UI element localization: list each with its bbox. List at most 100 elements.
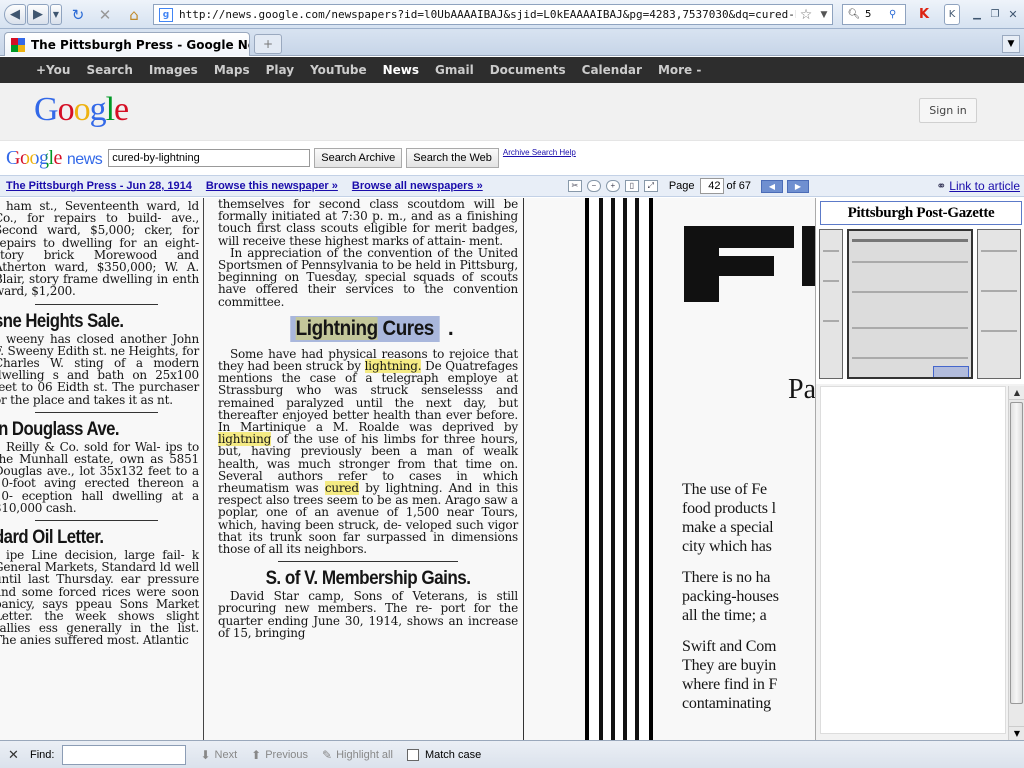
close-find-icon[interactable]: ✕ [8,747,22,763]
find-input[interactable] [62,744,187,765]
gbar-youtube[interactable]: YouTube [310,63,367,77]
bookmark-star-icon[interactable]: ☆ [796,7,816,23]
large-headline-letter-graphic [684,226,815,302]
page-thumbnail-prev[interactable] [819,229,843,379]
browser-search-box[interactable]: 🔍︎ 5 ⚲ [842,4,906,25]
right-panel-toolbar: ⚭ Link to article [815,175,1024,197]
stop-icon[interactable]: ✕ [93,4,117,25]
article-text: Reilly & Co. sold for Wal- ips to the Mu… [0,439,199,515]
find-next-button[interactable]: ⬇ Next [200,748,237,762]
close-window-button[interactable]: ✕ [1006,4,1020,25]
gbar-news[interactable]: News [383,63,419,77]
page-thumbnail-next[interactable] [977,229,1021,379]
highlight-all-button[interactable]: ✎ Highlight all [322,748,393,762]
google-favicon [11,37,25,52]
text-line: where find in F [682,676,778,693]
minimize-button[interactable]: ▁ [970,4,984,25]
search-hit-highlight: Lightning Cures [290,315,440,342]
fullscreen-icon[interactable]: ⤢ [643,180,658,192]
back-button[interactable]: ◀ [4,4,26,25]
google-logo[interactable]: Google [34,91,129,129]
search-archive-button[interactable]: Search Archive [314,148,403,168]
tab-title: The Pittsburgh Press - Google News ... [31,37,249,52]
page-number-input[interactable] [699,178,724,194]
find-previous-label: Previous [265,748,309,761]
sign-in-button[interactable]: Sign in [919,98,977,123]
thumb-line [852,357,968,359]
url-dropdown-icon[interactable]: ▼ [816,10,832,20]
viewport-indicator[interactable] [933,366,969,377]
newspaper-viewer[interactable]: ham st., Seventeenth ward, ld Co., for r… [0,198,815,740]
history-dropdown-button[interactable]: ▼ [50,4,62,25]
gbar-calendar[interactable]: Calendar [582,63,642,77]
find-previous-button[interactable]: ⬆ Previous [251,748,308,762]
thumb-line [852,239,968,242]
page-thumbnails-panel: Pittsburgh Post-Gazette [815,198,1024,384]
address-bar[interactable]: g http://news.google.com/newspapers?id=l… [153,4,833,25]
browse-newspaper-link[interactable]: Browse this newspaper » [206,180,338,192]
find-next-label: Next [214,748,238,761]
archive-search-input[interactable] [108,149,311,167]
forward-button[interactable]: ▶ [27,4,49,25]
clip-icon[interactable]: ✂ [567,180,582,192]
search-go-icon[interactable]: ⚲ [889,9,905,20]
google-bar: +You Search Images Maps Play YouTube New… [0,57,1024,83]
thumb-line [823,250,839,252]
scroll-down-icon[interactable]: ▼ [1009,726,1024,740]
archive-search-help-link[interactable]: Archive Search Help [503,148,576,157]
search-value[interactable]: 5 [865,9,889,20]
article-text: In appreciation of the convention of the… [218,245,518,309]
text-line: food products l [682,500,776,517]
find-bar: ✕ Find: ⬇ Next ⬆ Previous ✎ Highlight all M… [0,740,1024,768]
gbar-you[interactable]: +You [36,63,70,77]
page-thumbnail-current[interactable] [847,229,973,379]
scroll-up-icon[interactable]: ▲ [1009,386,1024,400]
article-list-area[interactable] [820,386,1006,734]
column-rule [35,520,158,522]
next-page-arrow-icon[interactable]: ▶ [787,179,809,193]
lightning-cures-body: Some have had physical reasons to rejoic… [218,348,518,555]
zoom-in-icon[interactable]: + [605,180,620,192]
addon-k-icon[interactable]: K [944,4,960,25]
text-line: all the time; a [682,607,767,624]
search-web-button[interactable]: Search the Web [406,148,499,168]
gbar-maps[interactable]: Maps [214,63,250,77]
match-case-label: Match case [424,748,482,761]
logo-letter: G [34,91,59,128]
highlighter-icon: ✎ [322,747,333,762]
newspaper-date-link[interactable]: The Pittsburgh Press - Jun 28, 1914 [6,180,192,192]
search-engine-icon[interactable]: 🔍︎ [843,9,865,20]
gbar-play[interactable]: Play [266,63,294,77]
gbar-images[interactable]: Images [149,63,198,77]
tab-pittsburgh-press[interactable]: The Pittsburgh Press - Google News ... [4,32,250,56]
gbar-more[interactable]: More - [658,63,701,77]
fit-page-icon[interactable]: ▯ [624,180,639,192]
home-icon[interactable]: ⌂ [122,4,146,25]
new-tab-button[interactable]: + [254,34,282,54]
prev-page-arrow-icon[interactable]: ◀ [761,179,783,193]
addon-red-icon[interactable]: K [914,4,934,25]
article-heading: S. of V. Membership Gains. [265,568,471,590]
headline-word: Cures [382,316,435,340]
scrollbar-thumb[interactable] [1010,402,1023,704]
match-case-checkbox[interactable] [406,748,419,761]
browser-toolbar: ◀ ▶ ▼ ↻ ✕ ⌂ g http://news.google.com/new… [0,0,1024,29]
google-news-logo[interactable]: Google news [6,147,103,170]
tab-list-dropdown-icon[interactable]: ▼ [1002,35,1020,53]
column-rule [35,411,158,413]
gbar-documents[interactable]: Documents [490,63,566,77]
column-rule [278,561,458,563]
zoom-out-icon[interactable]: − [586,180,601,192]
restore-button[interactable]: ❐ [988,4,1002,25]
gbar-search[interactable]: Search [86,63,132,77]
url-text[interactable]: http://news.google.com/newspapers?id=l0U… [179,8,796,21]
reload-icon[interactable]: ↻ [66,4,90,25]
logo-letter: e [114,91,129,128]
arrow-up-icon: ⬆ [251,747,262,762]
link-to-article[interactable]: Link to article [949,179,1020,193]
gbar-gmail[interactable]: Gmail [435,63,474,77]
article-column-right: Pa The use of Fe food products l make a … [670,198,815,740]
article-heading: dard Oil Letter. [0,527,104,549]
vertical-scrollbar[interactable]: ▲ ▼ [1008,386,1024,740]
browse-all-link[interactable]: Browse all newspapers » [352,180,483,192]
